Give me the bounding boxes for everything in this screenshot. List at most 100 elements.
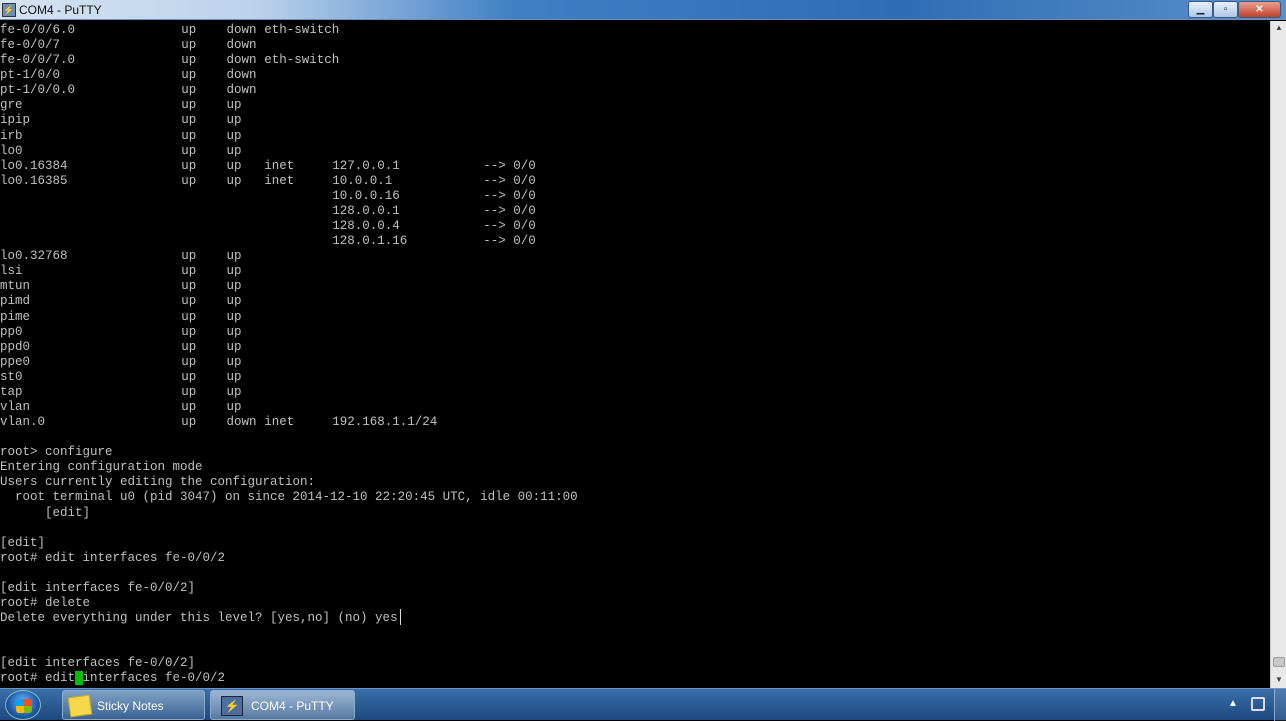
title-bar[interactable]: ⚡ COM4 - PuTTY ▁ ▫ ✕ [0, 0, 1286, 20]
interface-link: up [226, 294, 242, 309]
interface-admin: up [181, 128, 197, 143]
interface-row: tap up up [0, 385, 1270, 400]
interface-local: 128.0.0.4 [332, 219, 400, 234]
terminal-line: [edit interfaces fe-0/0/2] [0, 656, 196, 671]
interface-link: up [226, 309, 242, 324]
scroll-up-button[interactable]: ▲ [1273, 21, 1285, 35]
scrollbar-thumb[interactable] [1273, 657, 1285, 667]
interface-admin: up [181, 38, 197, 53]
interface-local: 192.168.1.1/24 [332, 415, 438, 430]
interface-row: 10.0.0.16 --> 0/0 [0, 189, 1270, 204]
interface-name: fe-0/0/6.0 [0, 23, 76, 37]
interface-local: 10.0.0.1 [332, 173, 393, 188]
show-hidden-icons-button[interactable]: ▲ [1228, 698, 1238, 709]
interface-remote: --> 0/0 [483, 219, 536, 234]
window-title: COM4 - PuTTY [19, 3, 102, 17]
minimize-button[interactable]: ▁ [1188, 1, 1213, 18]
interface-link: up [226, 143, 242, 158]
interface-name: mtun [0, 279, 31, 294]
interface-name: fe-0/0/7.0 [0, 53, 76, 68]
interface-link: up [226, 128, 242, 143]
terminal-line: Delete everything under this level? [yes… [0, 611, 398, 626]
network-icon[interactable] [1251, 697, 1265, 711]
interface-remote: --> 0/0 [483, 158, 536, 173]
interface-admin: up [181, 369, 197, 384]
text-cursor-ibeam-icon [400, 609, 406, 625]
interface-link: up [226, 324, 242, 339]
interface-link: down [226, 53, 257, 68]
interface-local: 128.0.0.1 [332, 203, 400, 218]
interface-link: down [226, 415, 257, 430]
interface-remote: --> 0/0 [483, 173, 536, 188]
terminal-line: [edit interfaces fe-0/0/2] [0, 580, 196, 595]
interface-admin: up [181, 400, 197, 414]
interface-row: 128.0.0.4 --> 0/0 [0, 219, 1270, 234]
interface-row: lo0.16384 up up inet 127.0.0.1 --> 0/0 [0, 159, 1270, 174]
interface-link: down [226, 83, 257, 98]
terminal-line: [edit] [0, 505, 91, 520]
interface-name: ipip [0, 113, 31, 128]
terminal-line: Entering configuration mode [0, 460, 203, 475]
interface-link: up [226, 173, 242, 188]
interface-name: tap [0, 384, 23, 399]
taskbar: Sticky Notes ⚡ COM4 - PuTTY ▲ [0, 688, 1286, 721]
interface-link: up [226, 98, 242, 113]
terminal-line: root# delete [0, 596, 91, 611]
interface-link: up [226, 354, 242, 369]
interface-row: lo0 up up [0, 144, 1270, 159]
start-button[interactable] [5, 690, 41, 720]
interface-admin: up [181, 264, 197, 279]
interface-admin: up [181, 98, 197, 113]
interface-link: up [226, 384, 242, 399]
interface-link: down [226, 68, 257, 83]
interface-name: gre [0, 98, 23, 113]
show-desktop-button[interactable] [1274, 689, 1286, 721]
interface-row: 128.0.0.1 --> 0/0 [0, 204, 1270, 219]
interface-proto: inet [264, 158, 295, 173]
terminal-line: [edit] [0, 535, 46, 550]
interface-row: pt-1/0/0.0 up down [0, 83, 1270, 98]
interface-name: lo0.16384 [0, 158, 68, 173]
scroll-down-button[interactable]: ▼ [1273, 673, 1285, 687]
interface-admin: up [181, 158, 197, 173]
interface-name: st0 [0, 369, 23, 384]
interface-local: 10.0.0.16 [332, 188, 400, 203]
interface-row: lo0.32768 up up [0, 249, 1270, 264]
maximize-button[interactable]: ▫ [1213, 1, 1238, 18]
close-button[interactable]: ✕ [1238, 1, 1281, 18]
interface-row: pime up up [0, 310, 1270, 325]
interface-name: ppd0 [0, 339, 31, 354]
interface-remote: --> 0/0 [483, 188, 536, 203]
terminal-output[interactable]: fe-0/0/6.0 up down eth-switch fe-0/0/7 up down… [0, 21, 1270, 688]
interface-proto: inet [264, 173, 295, 188]
interface-admin: up [181, 354, 197, 369]
interface-admin: up [181, 249, 197, 264]
interface-name: vlan.0 [0, 415, 46, 430]
sticky-notes-icon [67, 694, 93, 718]
interface-row: pp0 up up [0, 325, 1270, 340]
interface-name: vlan [0, 400, 31, 414]
interface-row: vlan.0 up down inet 192.168.1.1/24 [0, 415, 1270, 430]
interface-name: lo0 [0, 143, 23, 158]
interface-row: lsi up up [0, 264, 1270, 279]
terminal-line: Users currently editing the configuratio… [0, 475, 316, 490]
taskbar-item-sticky-notes[interactable]: Sticky Notes [62, 690, 205, 720]
interface-name: pp0 [0, 324, 23, 339]
interface-name: irb [0, 128, 23, 143]
interface-proto: eth-switch [264, 23, 340, 37]
interface-admin: up [181, 53, 197, 68]
interface-admin: up [181, 415, 197, 430]
interface-admin: up [181, 279, 197, 294]
command-prompt-line[interactable]: root# edit interfaces fe-0/0/2 [0, 671, 1270, 686]
command-text: interfaces fe-0/0/2 [82, 671, 226, 686]
interface-row: pimd up up [0, 294, 1270, 309]
vertical-scrollbar[interactable]: ▲ ▼ [1270, 21, 1286, 688]
interface-link: up [226, 264, 242, 279]
taskbar-item-putty[interactable]: ⚡ COM4 - PuTTY [210, 690, 355, 720]
interface-name: fe-0/0/7 [0, 38, 61, 53]
windows-logo-icon [16, 699, 32, 713]
putty-app-icon[interactable]: ⚡ [2, 3, 16, 17]
terminal-line: root terminal u0 (pid 3047) on since 201… [0, 490, 578, 505]
